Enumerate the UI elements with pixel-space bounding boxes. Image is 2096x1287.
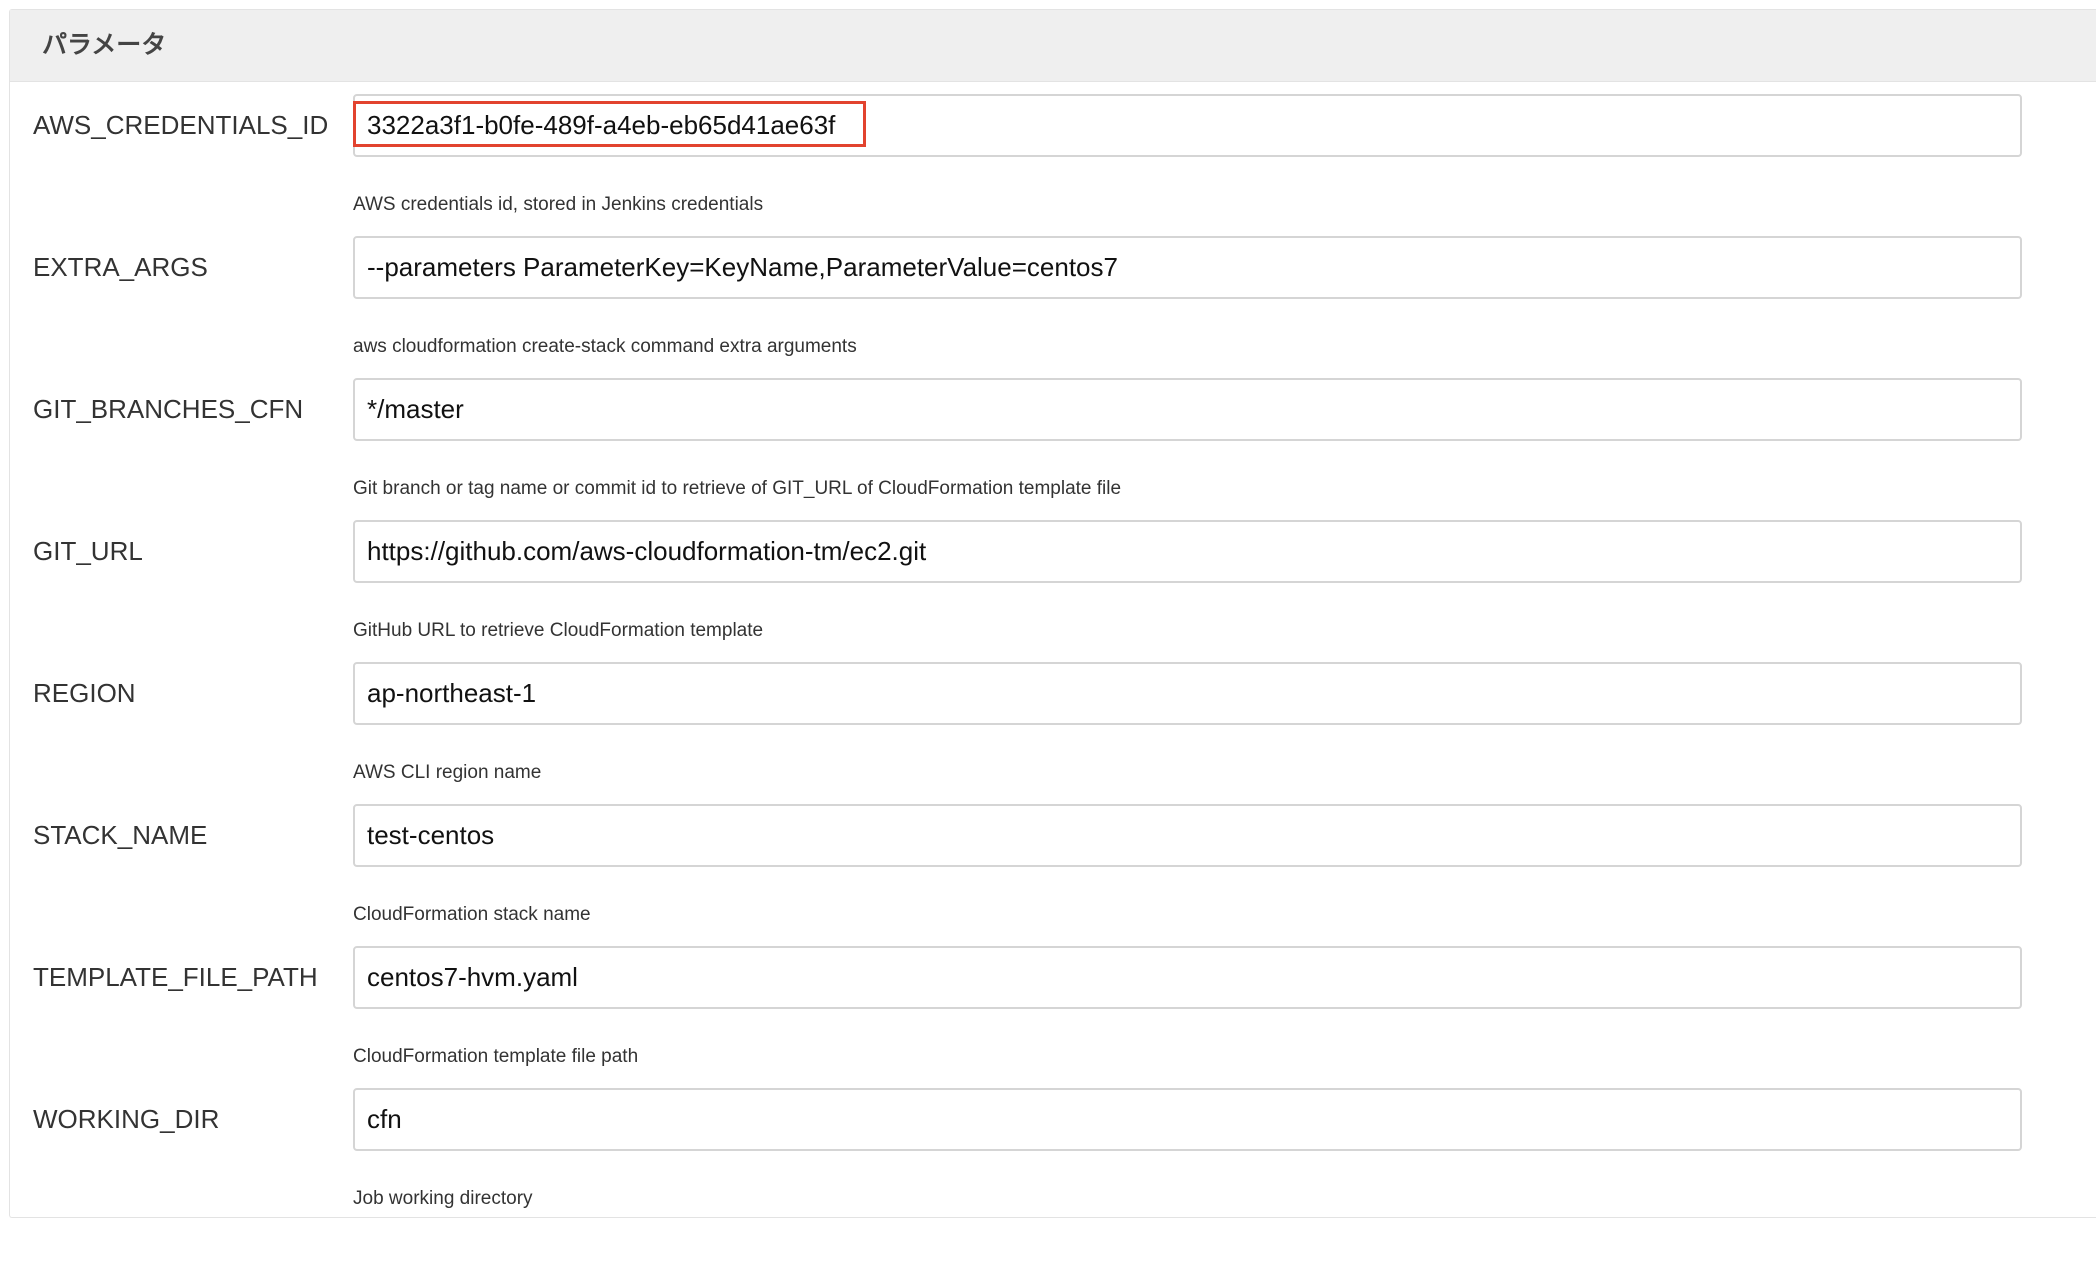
param-desc-git-branches-cfn: Git branch or tag name or commit id to r…: [353, 478, 1122, 499]
param-desc-working-dir: Job working directory: [353, 1188, 533, 1209]
param-desc-template-file-path: CloudFormation template file path: [353, 1046, 639, 1067]
template-file-path-input[interactable]: [353, 946, 2022, 1009]
extra-args-input[interactable]: [353, 236, 2022, 299]
working-dir-input[interactable]: [353, 1088, 2022, 1151]
param-name-git-branches-cfn: GIT_BRANCHES_CFN: [33, 394, 304, 424]
param-name-git-url: GIT_URL: [33, 536, 143, 566]
param-name-aws-credentials-id: AWS_CREDENTIALS_ID: [33, 110, 329, 140]
git-branches-cfn-input[interactable]: [353, 378, 2022, 441]
param-name-stack-name: STACK_NAME: [33, 820, 208, 850]
git-url-input[interactable]: [353, 520, 2022, 583]
param-desc-aws-credentials-id: AWS credentials id, stored in Jenkins cr…: [353, 194, 764, 215]
panel-header: パラメータ: [10, 10, 2096, 82]
param-name-region: REGION: [33, 678, 136, 708]
parameters-panel: パラメータ: [9, 9, 2096, 1218]
panel-title: パラメータ: [42, 31, 167, 59]
param-desc-extra-args: aws cloudformation create-stack command …: [353, 336, 857, 357]
param-name-working-dir: WORKING_DIR: [33, 1104, 220, 1134]
param-name-template-file-path: TEMPLATE_FILE_PATH: [33, 962, 318, 992]
param-name-extra-args: EXTRA_ARGS: [33, 252, 208, 282]
param-desc-stack-name: CloudFormation stack name: [353, 904, 591, 925]
region-input[interactable]: [353, 662, 2022, 725]
aws-credentials-id-input[interactable]: [353, 94, 2022, 157]
param-desc-git-url: GitHub URL to retrieve CloudFormation te…: [353, 620, 764, 641]
stack-name-input[interactable]: [353, 804, 2022, 867]
param-desc-region: AWS CLI region name: [353, 762, 542, 783]
